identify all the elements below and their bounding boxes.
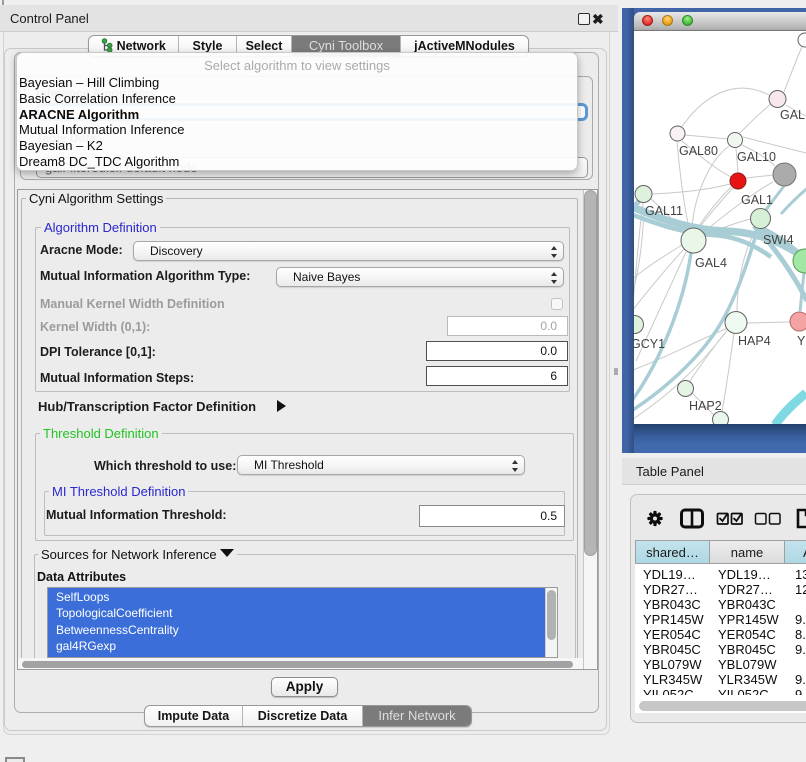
svg-text:GAL1: GAL1 [741, 193, 773, 207]
svg-text:HAP4: HAP4 [738, 334, 771, 348]
svg-text:HAP2: HAP2 [689, 399, 722, 413]
svg-text:GCY1: GCY1 [634, 337, 665, 351]
svg-text:GAL4: GAL4 [695, 256, 727, 270]
svg-text:GAL11: GAL11 [645, 204, 683, 218]
svg-text:GAL10: GAL10 [737, 150, 776, 164]
svg-text:Y: Y [797, 334, 806, 348]
svg-text:GAL: GAL [780, 108, 805, 122]
svg-text:SWI4: SWI4 [763, 233, 794, 247]
svg-text:GAL80: GAL80 [679, 144, 718, 158]
